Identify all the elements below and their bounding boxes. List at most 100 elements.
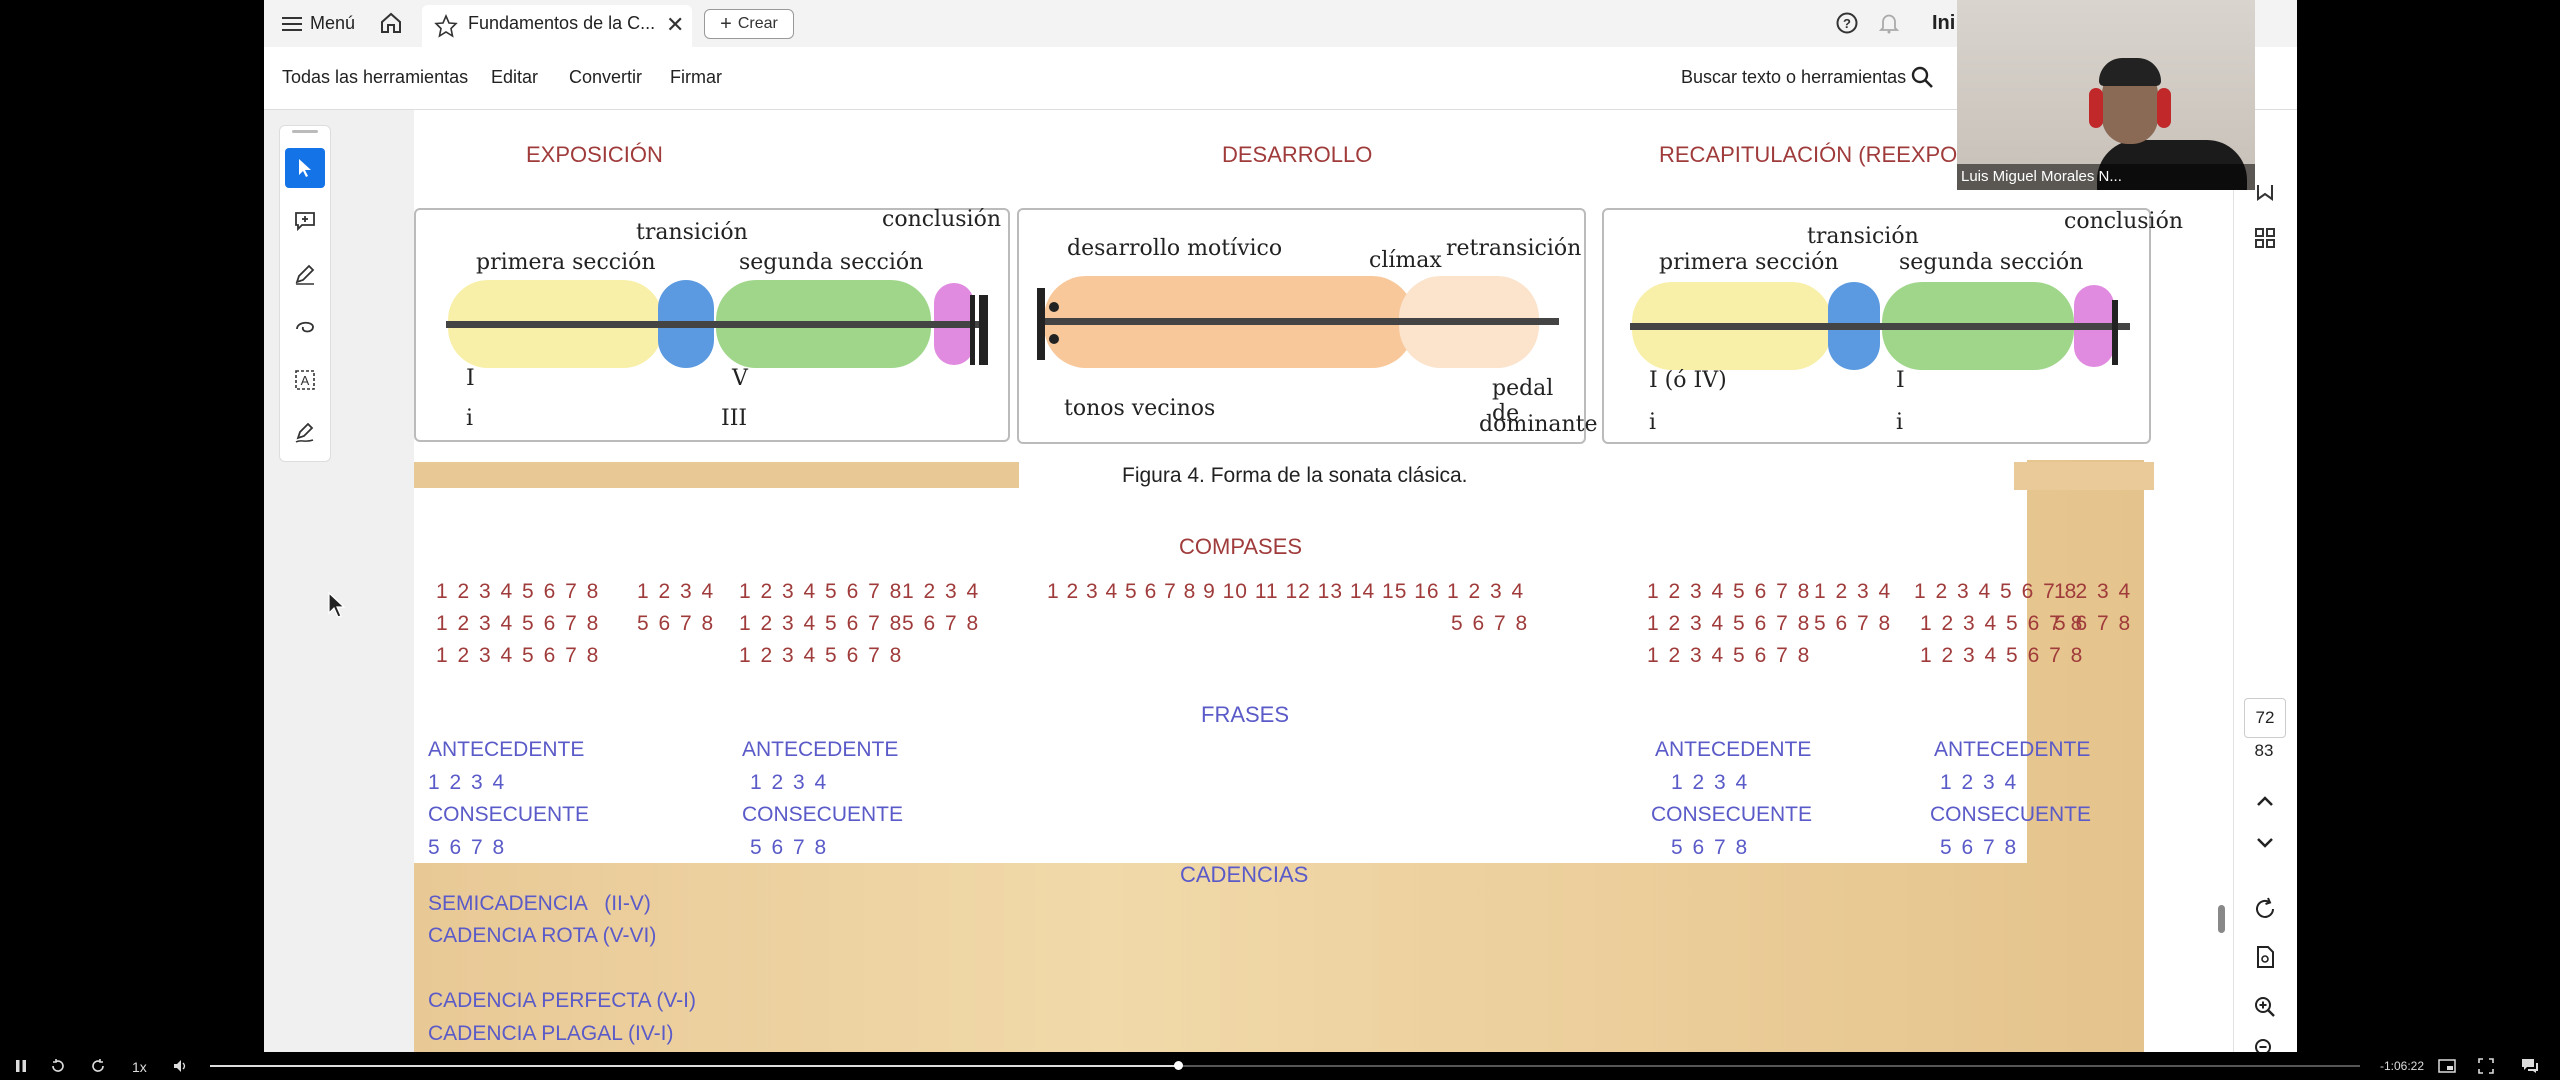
conclusion-label: conclusión	[882, 207, 1002, 232]
parchment-strip	[2014, 462, 2154, 490]
climax-label: clímax	[1369, 248, 1442, 273]
sign-menu[interactable]: Firmar	[670, 67, 722, 88]
search-icon[interactable]	[1910, 65, 1934, 89]
sign-tool-button[interactable]	[285, 413, 325, 453]
measures-row: 1 2 3 4 5 6 7 8	[739, 644, 904, 667]
measures-group: 1 2 3 4 5 6 7 8 9 10 11 12 13 14 15 16	[1047, 576, 1440, 608]
phrase-measures: 5 6 7 8	[750, 835, 829, 859]
right-sidebar: 72 83	[2218, 185, 2297, 1052]
draw-tool-button[interactable]	[285, 307, 325, 347]
cursor-icon	[299, 159, 311, 177]
timeline-line	[1039, 318, 1559, 325]
tab-document[interactable]: Fundamentos de la C... ✕	[422, 5, 692, 47]
barline	[970, 295, 975, 365]
development-title: DESARROLLO	[1222, 142, 1373, 167]
measures-row: 1 2 3 4 5 6 7 8	[1647, 580, 1812, 603]
chat-icon[interactable]	[2520, 1057, 2540, 1075]
home-button[interactable]	[379, 11, 403, 40]
antecedent-label: ANTECEDENTE	[1655, 738, 1812, 761]
neighbor-keys-label: tonos vecinos	[1064, 396, 1216, 421]
grid-thumbnails-icon[interactable]	[2254, 227, 2276, 249]
measures-row: 5 6 7 8	[1451, 612, 1530, 635]
menu-button[interactable]: Menú	[282, 0, 355, 47]
consequent-label: CONSECUENTE	[428, 803, 590, 826]
bell-icon	[1878, 14, 1900, 34]
measures-group: 1 2 3 4 5 6 7 8	[902, 576, 980, 640]
measures-row: 1 2 3 4	[902, 580, 981, 603]
exposition-diagram: transición conclusión primera sección se…	[414, 207, 1010, 442]
measures-row: 1 2 3 4	[2054, 580, 2133, 603]
edit-menu[interactable]: Editar	[491, 67, 538, 88]
cadences-title: CADENCIAS	[1180, 862, 1309, 887]
create-button[interactable]: + Crear	[704, 9, 794, 39]
antecedent-label: ANTECEDENTE	[742, 738, 899, 761]
sign-in-label[interactable]: Ini	[1932, 0, 1955, 47]
cadence-item: CADENCIA PERFECTA (V-I)	[428, 989, 696, 1012]
remaining-time: -1:06:22	[2380, 1059, 2425, 1073]
tonic-lower: i	[466, 406, 474, 431]
rotate-icon[interactable]	[2253, 897, 2277, 921]
phrase-measures: 5 6 7 8	[1940, 835, 2019, 859]
transition-label: transición	[636, 220, 748, 245]
measures-row: 5 6 7 8	[637, 612, 716, 635]
measures-row: 1 2 3 4	[1447, 580, 1526, 603]
measures-row: 1 2 3 4 5 6 7 8	[436, 580, 601, 603]
phrase-measures: 1 2 3 4	[1940, 770, 2019, 794]
timeline-line	[446, 321, 986, 328]
parchment-strip	[414, 462, 1019, 488]
picture-in-picture-icon[interactable]	[2438, 1058, 2456, 1074]
text-tool-button[interactable]: A	[285, 360, 325, 400]
forward-icon[interactable]	[90, 1058, 106, 1074]
measures-row: 1 2 3 4	[1814, 580, 1893, 603]
pause-icon[interactable]	[13, 1058, 29, 1074]
bookmark-icon[interactable]	[2254, 185, 2276, 201]
headset-right	[2157, 88, 2171, 128]
document-properties-icon[interactable]	[2253, 945, 2277, 969]
mediant-label: III	[721, 406, 748, 431]
dominant-label: V	[732, 366, 748, 391]
consequent-label: CONSECUENTE	[1651, 803, 1813, 826]
help-button[interactable]: ?	[1836, 12, 1858, 39]
close-tab-icon[interactable]: ✕	[666, 12, 684, 38]
convert-menu[interactable]: Convertir	[569, 67, 642, 88]
phrase-group: ANTECEDENTE 1 2 3 4 CONSECUENTE 5 6 7 8	[428, 734, 589, 864]
phrase-group: ANTECEDENTE 1 2 3 4 CONSECUENTE 5 6 7 8	[742, 734, 903, 864]
chevron-up-icon[interactable]	[2254, 793, 2276, 809]
zoom-out-icon[interactable]	[2253, 1037, 2277, 1052]
zoom-in-icon[interactable]	[2253, 995, 2277, 1019]
antecedent-label: ANTECEDENTE	[1934, 738, 2091, 761]
tonic-lower: i	[1896, 410, 1904, 435]
panel-grip[interactable]	[292, 130, 318, 133]
recap-diagram: transición conclusión primera sección se…	[1602, 208, 2183, 444]
repeat-barline	[1037, 288, 1045, 360]
playback-speed[interactable]: 1x	[132, 1059, 147, 1075]
rewind-icon[interactable]	[50, 1058, 66, 1074]
cadence-item: CADENCIA ROTA (V-VI)	[428, 924, 657, 947]
tab-title: Fundamentos de la C...	[468, 13, 656, 33]
comment-tool-button[interactable]	[285, 201, 325, 241]
search-tools-field[interactable]: Buscar texto o herramientas	[1681, 67, 1906, 88]
svg-text:?: ?	[1843, 16, 1851, 31]
select-tool-button[interactable]	[285, 148, 325, 188]
progress-handle[interactable]	[1173, 1061, 1183, 1070]
phrases-title: FRASES	[1201, 702, 1290, 727]
highlight-tool-button[interactable]	[285, 254, 325, 294]
consequent-label: CONSECUENTE	[742, 803, 904, 826]
measures-row: 5 6 7 8	[2054, 612, 2133, 635]
notifications-button[interactable]	[1878, 12, 1900, 39]
motif-label: desarrollo motívico	[1067, 236, 1283, 261]
barline	[979, 295, 988, 365]
signature-pen-icon	[295, 422, 314, 443]
measures-group: 1 2 3 4 5 6 7 8 1 2 3 4 5 6 7 8 1 2 3 4 …	[1647, 576, 1811, 672]
star-icon[interactable]	[434, 14, 458, 38]
all-tools-menu[interactable]: Todas las herramientas	[282, 67, 468, 88]
measures-row: 1 2 3 4	[637, 580, 716, 603]
scrollbar-thumb[interactable]	[2218, 905, 2225, 933]
volume-icon[interactable]	[172, 1058, 188, 1074]
page-number-input[interactable]: 72	[2244, 698, 2286, 738]
fullscreen-icon[interactable]	[2478, 1058, 2494, 1074]
chevron-down-icon[interactable]	[2254, 835, 2276, 851]
progress-fill	[210, 1065, 1178, 1067]
phrase-group: ANTECEDENTE 1 2 3 4 CONSECUENTE 5 6 7 8	[1930, 734, 2091, 864]
development-diagram: desarrollo motívico clímax retransición …	[1017, 208, 1598, 444]
